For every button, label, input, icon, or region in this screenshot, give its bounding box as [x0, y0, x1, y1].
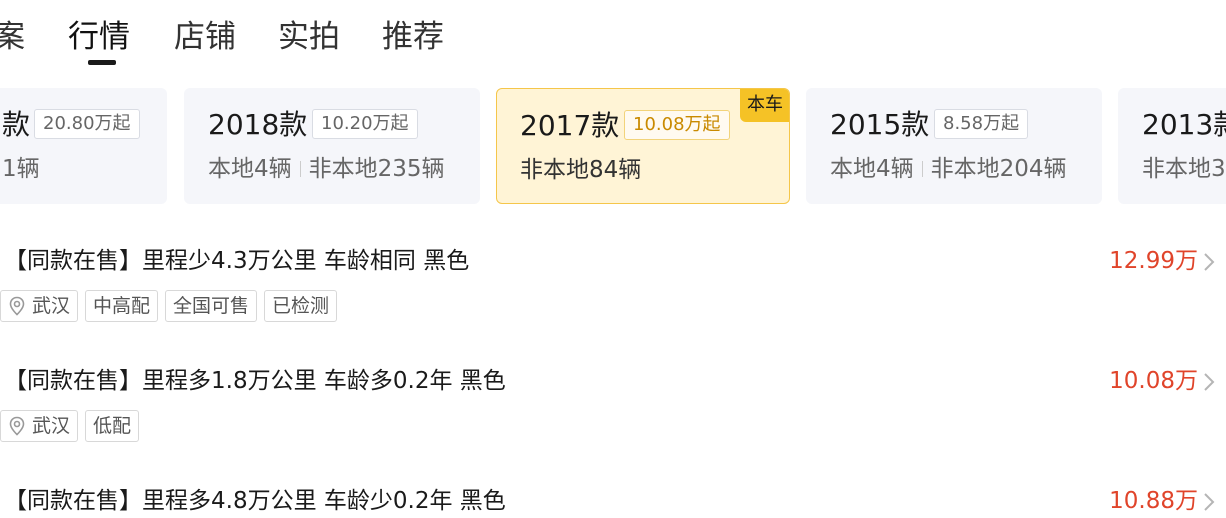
- year-card[interactable]: 2015款 8.58万起 本地4辆 非本地204辆: [806, 88, 1102, 204]
- card-price: 10.20万起: [312, 109, 418, 139]
- active-tab-indicator: [88, 60, 116, 65]
- year-card-list: 款 20.80万起 1辆 2018款 10.20万起 本地4辆 非本地235辆 2…: [0, 88, 1226, 204]
- location-city: 武汉: [32, 295, 71, 317]
- chevron-right-icon: [1204, 253, 1215, 271]
- listing-tags: 武汉 低配: [0, 410, 146, 442]
- listing-tag: 中高配: [85, 290, 159, 322]
- card-nonlocal-count: 非本地204辆: [930, 156, 1067, 182]
- year-card[interactable]: 款 20.80万起 1辆: [0, 88, 167, 204]
- listing-tag: 低配: [85, 410, 140, 442]
- tab-bar: 案 行情 店铺 实拍 推荐: [0, 0, 1226, 80]
- listing-row[interactable]: 【同款在售】里程多1.8万公里 车龄多0.2年 黑色 10.08万 武汉 低配: [0, 364, 1226, 454]
- card-local-count: 本地4辆: [208, 156, 292, 182]
- listing-price: 10.88万: [1109, 488, 1198, 514]
- card-year: 2018款: [208, 108, 308, 141]
- tab-case[interactable]: 案: [0, 16, 25, 58]
- listing-price: 10.08万: [1109, 368, 1198, 394]
- card-local-count: 本地4辆: [830, 156, 914, 182]
- location-pin-icon: [9, 296, 25, 316]
- card-year: 2015款: [830, 108, 930, 141]
- listing-tags: 武汉 中高配 全国可售 已检测: [0, 290, 344, 322]
- location-pin-icon: [9, 416, 25, 436]
- tab-recommend[interactable]: 推荐: [382, 16, 444, 58]
- card-count: 1辆: [2, 156, 40, 182]
- card-year: 2013款: [1142, 108, 1226, 141]
- card-price: 20.80万起: [34, 109, 140, 139]
- year-card[interactable]: 2013款 非本地3: [1118, 88, 1226, 204]
- year-card-current[interactable]: 2017款 10.08万起 非本地84辆 本车: [496, 88, 790, 204]
- card-count: 非本地84辆: [520, 157, 642, 183]
- year-card[interactable]: 2018款 10.20万起 本地4辆 非本地235辆: [184, 88, 480, 204]
- location-city: 武汉: [32, 415, 71, 437]
- listing-title: 【同款在售】里程多4.8万公里 车龄少0.2年 黑色: [4, 488, 506, 514]
- chevron-right-icon: [1204, 493, 1215, 511]
- listing-row[interactable]: 【同款在售】里程多4.8万公里 车龄少0.2年 黑色 10.88万: [0, 484, 1226, 518]
- divider: [299, 161, 301, 177]
- card-price: 8.58万起: [934, 109, 1029, 139]
- listing-tag: 全国可售: [165, 290, 258, 322]
- card-count: 非本地3: [1142, 156, 1226, 182]
- listing-row[interactable]: 【同款在售】里程少4.3万公里 车龄相同 黑色 12.99万 武汉 中高配 全国可售…: [0, 244, 1226, 334]
- listing-title: 【同款在售】里程少4.3万公里 车龄相同 黑色: [4, 248, 470, 274]
- listing-price: 12.99万: [1109, 248, 1198, 274]
- tab-store[interactable]: 店铺: [174, 16, 236, 58]
- card-nonlocal-count: 非本地235辆: [308, 156, 445, 182]
- card-count: 本地4辆 非本地235辆: [208, 152, 445, 186]
- card-year: 款: [2, 108, 31, 141]
- current-car-badge: 本车: [740, 89, 789, 122]
- tab-market[interactable]: 行情: [68, 16, 130, 58]
- card-price: 10.08万起: [624, 110, 730, 140]
- tab-photos[interactable]: 实拍: [278, 16, 340, 58]
- card-year: 2017款: [520, 109, 620, 142]
- listing-tag: 已检测: [264, 290, 338, 322]
- card-count: 本地4辆 非本地204辆: [830, 152, 1067, 186]
- listing-title: 【同款在售】里程多1.8万公里 车龄多0.2年 黑色: [4, 368, 506, 394]
- location-tag: 武汉: [0, 290, 79, 322]
- divider: [921, 161, 923, 177]
- location-tag: 武汉: [0, 410, 79, 442]
- chevron-right-icon: [1204, 373, 1215, 391]
